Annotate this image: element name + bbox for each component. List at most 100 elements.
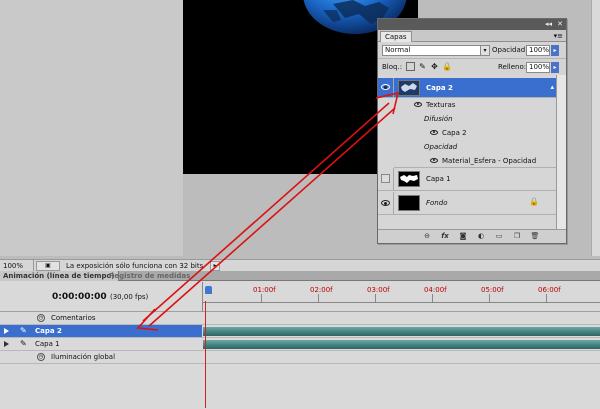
effect-group-label: Opacidad	[424, 143, 458, 151]
effect-group-label: Difusión	[424, 115, 453, 123]
stopwatch-icon[interactable]: ◷	[37, 353, 45, 361]
layer-row-capa-1[interactable]: Capa 1	[378, 168, 557, 191]
ruler-label: 05:00f	[481, 286, 504, 294]
lock-pixels-icon[interactable]: ✎	[418, 62, 427, 71]
zoom-level[interactable]: 100%	[0, 260, 34, 271]
playhead-handle[interactable]	[205, 286, 212, 294]
ruler-label: 01:00f	[253, 286, 276, 294]
ruler-label: 06:00f	[538, 286, 561, 294]
layer-style-icon[interactable]: fx	[440, 232, 450, 241]
visibility-toggle[interactable]	[378, 192, 394, 214]
fill-label: Relleno:	[498, 63, 527, 71]
status-message: La exposición sólo funciona con 32 bits	[66, 261, 204, 270]
track-label: Capa 2	[35, 327, 62, 335]
effect-texturas[interactable]: Texturas	[394, 98, 557, 112]
lock-label: Bloq.:	[382, 63, 403, 71]
ruler-tick	[489, 294, 490, 302]
expand-triangle-icon[interactable]	[4, 328, 9, 334]
blend-opacity-row: Normal ▾ Opacidad: 100% ▸	[378, 42, 566, 59]
lock-transparency-icon[interactable]	[406, 62, 415, 71]
track-label-area: ✎ Capa 1	[0, 338, 202, 350]
adjustment-layer-icon[interactable]: ◐	[476, 232, 486, 241]
lock-all-icon[interactable]: 🔒	[442, 62, 452, 71]
time-header: 0:00:00:00 (30,00 fps)	[0, 282, 202, 312]
panel-titlebar[interactable]: ◂◂ ✕	[378, 19, 566, 30]
fill-input[interactable]: 100%	[526, 62, 550, 73]
frame-rate: (30,00 fps)	[110, 293, 149, 301]
track-iluminacion[interactable]: ◷ Iluminación global	[0, 351, 600, 364]
layer-duration-bar[interactable]	[203, 327, 600, 336]
eye-icon	[381, 84, 390, 90]
collapse-panel-icon[interactable]: ◂◂	[545, 20, 552, 29]
time-ruler[interactable]: 01:00f 02:00f 03:00f 04:00f 05:00f 06:00…	[202, 282, 600, 312]
layer-name[interactable]: Fondo	[426, 198, 447, 208]
layer-thumbnail	[398, 80, 420, 96]
layer-thumbnail	[398, 171, 420, 187]
opacity-label: Opacidad:	[492, 46, 528, 54]
opacity-input[interactable]: 100%	[526, 45, 550, 56]
blend-mode-value: Normal	[385, 46, 411, 54]
expand-triangle-icon[interactable]	[4, 341, 9, 347]
layer-duration-bar[interactable]	[203, 340, 600, 349]
tab-measurement-log[interactable]: Registro de medidas	[106, 271, 193, 281]
track-comentarios[interactable]: ◷ Comentarios	[0, 312, 600, 325]
eye-icon	[430, 158, 438, 163]
status-menu-arrow-icon[interactable]: ▸	[210, 260, 220, 271]
link-layers-icon[interactable]: ⊖	[422, 232, 432, 241]
add-mask-icon[interactable]: ◙	[458, 232, 468, 241]
lock-icon: 🔒	[529, 197, 539, 206]
workspace-gutter	[0, 0, 183, 256]
track-capa-2[interactable]: ✎ Capa 2	[0, 325, 600, 338]
status-bar: 100% ▣ La exposición sólo funciona con 3…	[0, 259, 600, 271]
eye-icon	[381, 200, 390, 206]
track-label-area: ◷ Iluminación global	[0, 351, 202, 363]
effect-label: Capa 2	[442, 129, 467, 137]
layers-panel: ◂◂ ✕ Capas ▾≡ Normal ▾ Opacidad: 100% ▸ …	[377, 18, 567, 244]
track-label: Comentarios	[51, 314, 96, 322]
ruler-baseline	[203, 302, 600, 303]
stopwatch-icon[interactable]: ◷	[37, 314, 45, 322]
opacity-slider-icon[interactable]: ▸	[551, 45, 559, 56]
layer-row-fondo[interactable]: Fondo 🔒	[378, 192, 557, 215]
track-capa-1[interactable]: ✎ Capa 1	[0, 338, 600, 351]
track-label-area: ✎ Capa 2	[0, 325, 202, 337]
layer-thumbnail	[398, 195, 420, 211]
effect-label: Texturas	[426, 101, 456, 109]
ruler-tick	[546, 294, 547, 302]
panel-menu-icon[interactable]: ▾≡	[554, 31, 563, 41]
hidden-checkbox	[381, 174, 390, 183]
tab-layers[interactable]: Capas	[380, 31, 412, 42]
new-layer-icon[interactable]: ❐	[512, 232, 522, 241]
new-group-icon[interactable]: ▭	[494, 232, 504, 241]
lock-fill-row: Bloq.: ✎ ✥ 🔒 Relleno: 100% ▸	[378, 59, 566, 76]
effects-expand-icon[interactable]: ▴	[550, 83, 554, 91]
layers-footer: ⊖ fx ◙ ◐ ▭ ❐ 🗑	[378, 229, 566, 243]
effect-difusion-item[interactable]: Capa 2	[394, 126, 557, 140]
ruler-tick	[375, 294, 376, 302]
status-preview-icon[interactable]: ▣	[36, 260, 60, 271]
current-timecode[interactable]: 0:00:00:00	[52, 292, 107, 302]
ruler-tick	[318, 294, 319, 302]
lock-position-icon[interactable]: ✥	[430, 62, 439, 71]
ruler-label: 02:00f	[310, 286, 333, 294]
layer-row-capa-2[interactable]: Capa 2 ▴	[378, 78, 557, 98]
layer-name[interactable]: Capa 2	[426, 83, 453, 93]
visibility-toggle[interactable]	[378, 78, 394, 97]
layer-name[interactable]: Capa 1	[426, 174, 451, 184]
visibility-toggle[interactable]	[378, 168, 394, 190]
blend-mode-select[interactable]: Normal ▾	[382, 45, 490, 56]
close-panel-icon[interactable]: ✕	[557, 20, 563, 29]
delete-layer-icon[interactable]: 🗑	[530, 232, 540, 241]
layers-list: Capa 2 ▴ Texturas Difusión Capa 2 Opacid…	[378, 75, 557, 231]
tab-animation-timeline[interactable]: Animación (línea de tiempo)	[0, 271, 119, 281]
effect-opacidad-item[interactable]: Material_Esfera - Opacidad	[394, 154, 557, 168]
ruler-tick	[261, 294, 262, 302]
playhead-line	[205, 301, 206, 408]
layers-tab-row: Capas ▾≡	[378, 30, 566, 42]
brush-icon: ✎	[20, 339, 27, 348]
layers-scrollbar[interactable]	[556, 75, 566, 231]
fill-slider-icon[interactable]: ▸	[551, 62, 559, 73]
brush-icon: ✎	[20, 326, 27, 335]
effect-opacidad: Opacidad	[394, 140, 557, 154]
vertical-scrollbar[interactable]	[591, 0, 600, 256]
